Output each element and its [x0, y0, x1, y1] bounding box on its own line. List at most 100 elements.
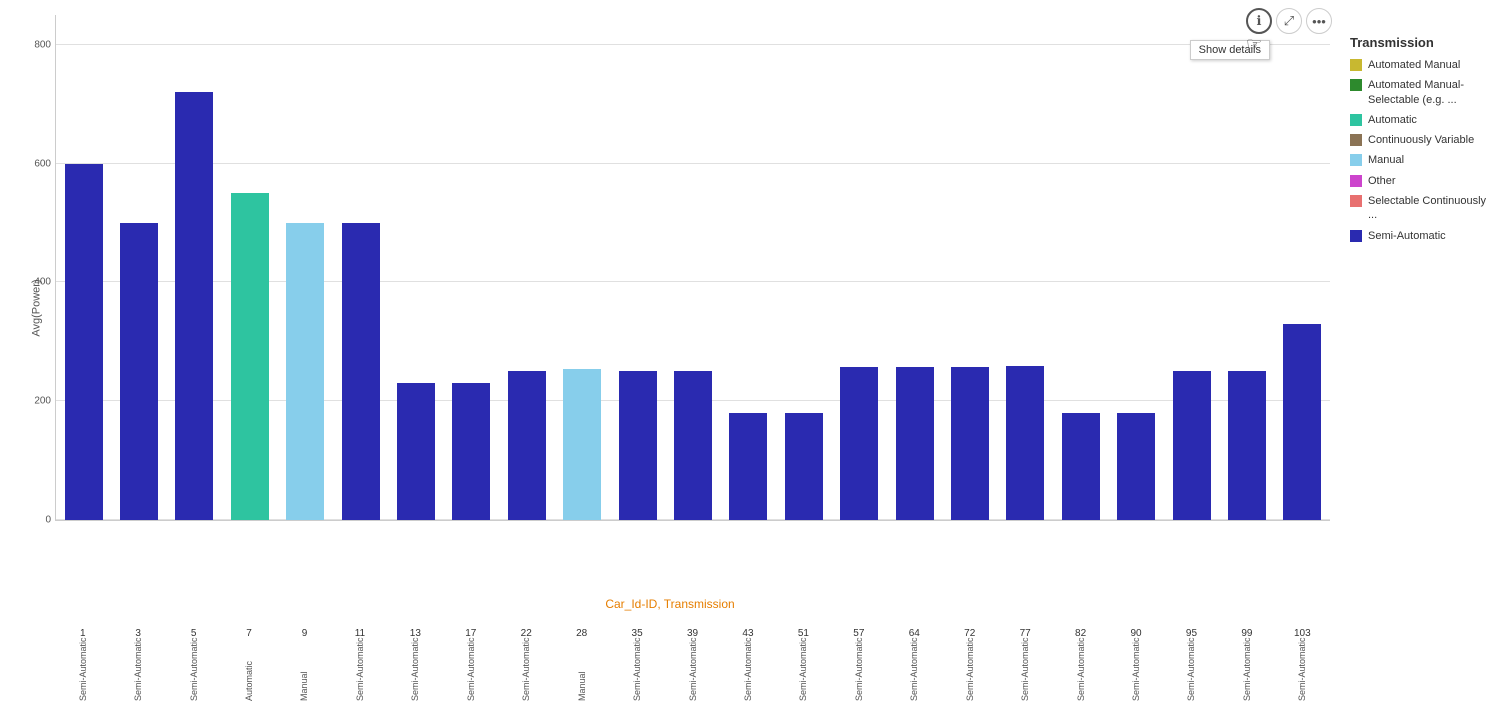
bar[interactable]	[729, 413, 767, 520]
legend-item-label: Automated Manual	[1368, 58, 1460, 72]
x-tick-number: 3	[135, 628, 141, 639]
bar-group	[665, 15, 720, 520]
bar-label-col: 1Semi-Automatic	[55, 628, 110, 701]
x-tick-transmission: Semi-Automatic	[1242, 641, 1252, 701]
x-tick-number: 22	[521, 628, 532, 639]
chart-area: Avg(Power) 0200400600800 1Semi-Automatic…	[0, 0, 1340, 616]
bar[interactable]	[1228, 371, 1266, 520]
bar-group	[388, 15, 443, 520]
bar-label-col: 7Automatic	[221, 628, 276, 701]
bar-group	[444, 15, 499, 520]
bar-label-col: 3 Semi-Automatic	[110, 628, 165, 701]
bar[interactable]	[563, 369, 601, 521]
bar-label-col: 35Semi-Automatic	[609, 628, 664, 701]
bar[interactable]	[508, 371, 546, 520]
x-tick-transmission: Semi-Automatic	[1297, 641, 1307, 701]
x-tick-number: 5	[191, 628, 197, 639]
x-tick-transmission: Manual	[577, 641, 587, 701]
bar-label-col: 5Semi-Automatic	[166, 628, 221, 701]
legend-title: Transmission	[1350, 35, 1490, 50]
x-tick-transmission: Semi-Automatic	[1020, 641, 1030, 701]
bar[interactable]	[1173, 371, 1211, 520]
x-tick-transmission: Semi-Automatic	[1076, 641, 1086, 701]
bar[interactable]	[951, 367, 989, 520]
x-tick-number: 57	[853, 628, 864, 639]
bar[interactable]	[452, 383, 490, 520]
bar[interactable]	[397, 383, 435, 520]
bar[interactable]	[1283, 324, 1321, 520]
x-tick-transmission: Manual	[299, 641, 309, 701]
bar[interactable]	[342, 223, 380, 520]
info-button[interactable]: ℹ Show details	[1246, 8, 1272, 34]
x-tick-transmission: Automatic	[244, 641, 254, 701]
bar-group	[278, 15, 333, 520]
y-tick-label: 400	[34, 277, 51, 288]
bar[interactable]	[1062, 413, 1100, 520]
bar[interactable]	[840, 367, 878, 520]
bar-label-col: 95Semi-Automatic	[1164, 628, 1219, 701]
bar-label-col: 43Semi-Automatic	[720, 628, 775, 701]
bar-group	[1275, 15, 1330, 520]
legend-color-swatch	[1350, 114, 1362, 126]
bar-group	[831, 15, 886, 520]
bar-group	[56, 15, 111, 520]
info-icon: ℹ	[1257, 13, 1262, 29]
bar[interactable]	[175, 92, 213, 520]
legend-color-swatch	[1350, 175, 1362, 187]
bar-group	[167, 15, 222, 520]
legend-color-swatch	[1350, 195, 1362, 207]
bar[interactable]	[1006, 366, 1044, 520]
more-button[interactable]: •••	[1306, 8, 1332, 34]
bar-label-col: 103Semi-Automatic	[1275, 628, 1330, 701]
y-tick-label: 800	[34, 39, 51, 50]
bar-label-col: 57Semi-Automatic	[831, 628, 886, 701]
bar-label-col: 28 Manual	[554, 628, 609, 701]
bar-group	[333, 15, 388, 520]
bar[interactable]	[896, 367, 934, 520]
bar[interactable]	[674, 371, 712, 520]
x-tick-number: 28	[576, 628, 587, 639]
plot-area: 0200400600800	[55, 15, 1330, 521]
x-tick-number: 90	[1130, 628, 1141, 639]
bar-group	[499, 15, 554, 520]
legend-item: Automated Manual- Selectable (e.g. ...	[1350, 78, 1490, 107]
bar[interactable]	[1117, 413, 1155, 520]
bar-label-col: 82Semi-Automatic	[1053, 628, 1108, 701]
expand-button[interactable]: ⤢	[1276, 8, 1302, 34]
y-axis-label: Avg(Power)	[31, 279, 43, 336]
bar-group	[555, 15, 610, 520]
legend-color-swatch	[1350, 230, 1362, 242]
x-tick-transmission: Semi-Automatic	[466, 641, 476, 701]
x-tick-transmission: Semi-Automatic	[909, 641, 919, 701]
bar-group	[1108, 15, 1163, 520]
x-tick-number: 43	[742, 628, 753, 639]
x-tick-number: 39	[687, 628, 698, 639]
bar-label-col: 22 Semi-Automatic	[499, 628, 554, 701]
x-tick-transmission: Semi-Automatic	[133, 641, 143, 701]
x-tick-transmission: Semi-Automatic	[965, 641, 975, 701]
x-tick-transmission: Semi-Automatic	[521, 641, 531, 701]
bar[interactable]	[785, 413, 823, 520]
bar-label-col: 99Semi-Automatic	[1219, 628, 1274, 701]
legend-item-label: Automatic	[1368, 113, 1417, 127]
bar[interactable]	[65, 164, 103, 520]
bar[interactable]	[231, 193, 269, 520]
bar-label-col: 9Manual	[277, 628, 332, 701]
legend-color-swatch	[1350, 154, 1362, 166]
legend-item: Selectable Continuously ...	[1350, 194, 1490, 223]
legend-items: Automated Manual Automated Manual- Select…	[1350, 58, 1490, 243]
x-axis-labels: 1Semi-Automatic3Semi-Automatic5Semi-Auto…	[55, 628, 1330, 701]
legend: Transmission Automated ManualAutomated M…	[1340, 0, 1500, 616]
cursor-icon: ☞	[1246, 34, 1262, 55]
bar-group	[1053, 15, 1108, 520]
bar[interactable]	[619, 371, 657, 520]
legend-item-label: Selectable Continuously ...	[1368, 194, 1490, 223]
bar[interactable]	[286, 223, 324, 520]
x-tick-transmission: Semi-Automatic	[688, 641, 698, 701]
bar[interactable]	[120, 223, 158, 520]
bar-label-col: 51Semi-Automatic	[776, 628, 831, 701]
bar-group	[1164, 15, 1219, 520]
bar-label-col: 77Semi-Automatic	[997, 628, 1052, 701]
bar-group	[1219, 15, 1274, 520]
x-tick-transmission: Semi-Automatic	[1131, 641, 1141, 701]
